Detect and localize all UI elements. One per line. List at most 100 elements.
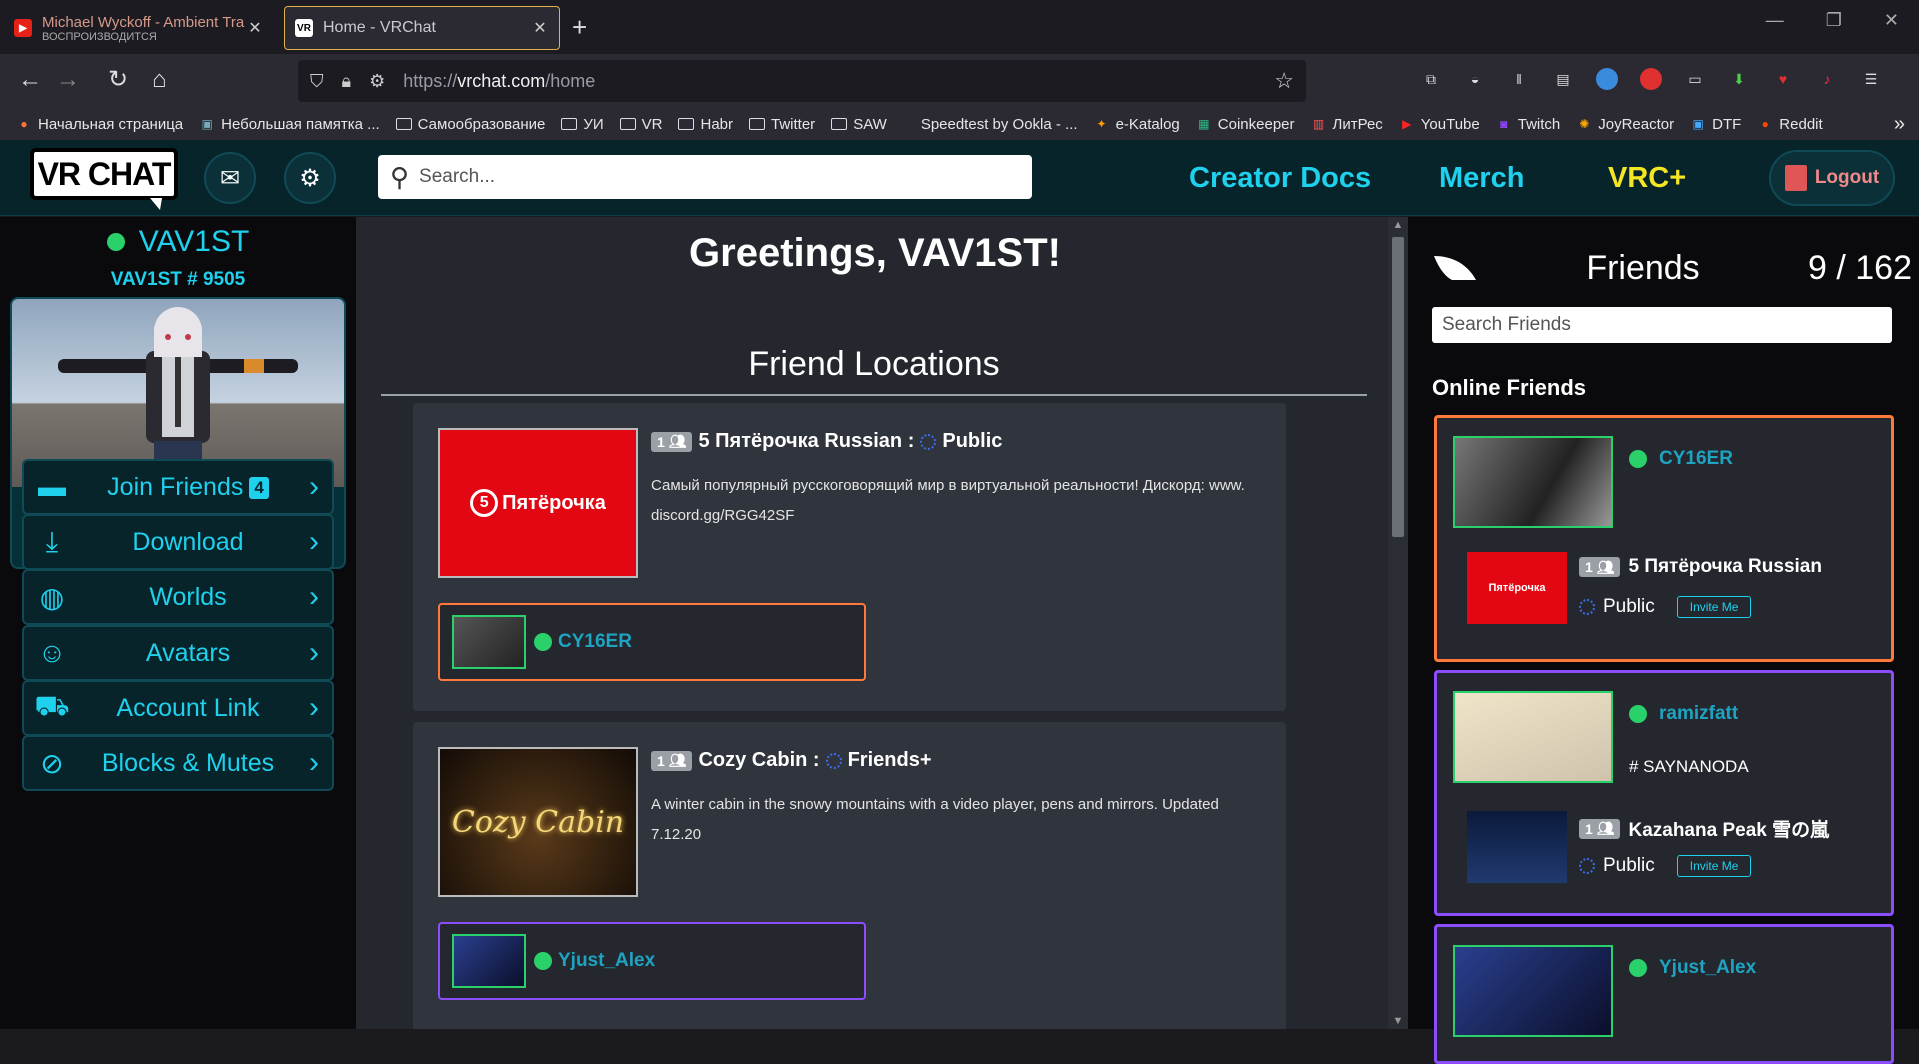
settings-gears-icon[interactable]: ⚙ [284,152,336,204]
bookmark-label: Twitch [1517,115,1561,133]
world-title[interactable]: 1 👥︎ Cozy Cabin : Friends+ [651,749,932,772]
friend-avatar[interactable] [1453,945,1613,1037]
minimize-icon[interactable]: — [1766,10,1784,31]
world-title[interactable]: 1 👥︎ 5 Пятёрочка Russian : Public [651,430,1002,453]
bookmark-item[interactable]: ▣ Небольшая памятка ... [199,116,379,133]
worlds-button[interactable]: ◍ Worlds › [22,569,334,625]
shield-icon[interactable]: ⛉ [310,71,324,92]
invite-me-button[interactable]: Invite Me [1676,855,1752,877]
reader-icon[interactable]: ▤ [1552,68,1574,90]
extension-blue-icon[interactable] [1596,68,1618,90]
friend-name[interactable]: Yjust_Alex [558,950,655,972]
folder-ext-icon[interactable]: ▭ [1684,68,1706,90]
friend-name[interactable]: Yjust_Alex [1659,957,1756,979]
avatars-button[interactable]: ☺ Avatars › [22,625,334,681]
bookmark-item[interactable]: VR [619,116,662,133]
world-image[interactable]: 5 Пятёрочка [438,428,638,578]
friend-name[interactable]: CY16ER [1659,448,1733,470]
user-count-badge: 1 👥︎ [1579,557,1621,577]
bookmark-label: ЛитРес [1332,115,1383,133]
reload-icon[interactable]: ↻ [108,66,128,94]
scroll-up-icon[interactable]: ▲ [1388,219,1408,231]
friend-avatar[interactable] [1453,436,1613,528]
home-icon[interactable]: ⌂ [152,66,167,94]
bookmark-item[interactable]: ▶ YouTube [1399,116,1480,133]
main-scrollbar[interactable]: ▲ ▼ [1388,217,1408,1029]
profile-name[interactable]: VAV1ST [0,225,356,259]
bookmark-item[interactable]: Speedtest by Ookla - ... [921,116,1078,133]
restore-icon[interactable]: ❐ [1826,10,1842,31]
bookmark-item[interactable]: ✺ JoyReactor [1576,116,1674,133]
url-bar[interactable]: ⛉ 🔒︎ ⚙ https://vrchat.com/home ☆ [298,60,1306,102]
friend-in-location[interactable]: Yjust_Alex [438,922,866,1000]
close-window-icon[interactable]: ✕ [1884,10,1899,31]
bookmark-item[interactable]: ● Начальная страница [16,116,183,133]
friend-card[interactable]: Yjust_Alex [1434,924,1894,1064]
friends-plus-globe-icon [825,752,842,769]
friend-in-location[interactable]: CY16ER [438,603,866,681]
adblock-icon[interactable] [1640,68,1662,90]
extension-red-icon[interactable]: ♥ [1772,68,1794,90]
profile-tag: VAV1ST # 9505 [110,269,246,290]
download-ext-icon[interactable]: ⬇ [1728,68,1750,90]
friend-name[interactable]: ramizfatt [1659,703,1738,725]
new-tab-button[interactable]: + [572,12,587,42]
bookmark-item[interactable]: Самообразование [395,116,545,133]
bookmark-item[interactable]: Twitter [749,116,815,133]
logout-button[interactable]: Logout [1769,150,1895,206]
more-bookmarks-icon[interactable]: » [1894,113,1905,136]
wing-icon[interactable] [1432,252,1478,284]
close-tab-icon[interactable]: ✕ [246,18,264,38]
join-friends-button[interactable]: ▬ Join Friends 4 › [22,459,334,515]
blocks-mutes-button[interactable]: ⊘ Blocks & Mutes › [22,735,334,791]
library-icon[interactable]: ‖ [1508,68,1530,90]
close-tab-icon[interactable]: ✕ [531,18,549,38]
extension-icon[interactable]: ⧉ [1420,68,1442,90]
merch-link[interactable]: Merch [1439,162,1524,195]
bookmark-item[interactable]: УИ [561,116,604,133]
bookmark-star-icon[interactable]: ☆ [1274,68,1294,94]
vrcplus-link[interactable]: VRC+ [1608,162,1686,195]
back-icon[interactable]: ← [18,66,42,94]
friend-world-thumbnail[interactable] [1467,811,1567,883]
tab-vrchat[interactable]: VR Home - VRChat ✕ [284,6,560,50]
blocks-mutes-label: Blocks & Mutes [101,748,275,777]
bookmark-item[interactable]: ▦ Coinkeeper [1196,116,1294,133]
url-text[interactable]: https://vrchat.com/home [403,71,1274,92]
forward-icon[interactable]: → [56,66,80,94]
bookmark-item[interactable]: ✦ e-Katalog [1094,116,1180,133]
friend-name[interactable]: CY16ER [558,631,632,653]
bookmark-item[interactable]: SAW [831,116,887,133]
friend-world-title: 1 👥︎ 5 Пятёрочка Russian [1579,556,1822,578]
creator-docs-link[interactable]: Creator Docs [1189,162,1371,195]
online-status-dot [1629,450,1647,468]
bookmark-item[interactable]: ◙ Twitch [1496,115,1561,133]
scrollbar-thumb[interactable] [1392,237,1404,537]
permissions-icon[interactable]: ⚙ [369,71,385,92]
tab-youtube[interactable]: ▶ Michael Wyckoff - Ambient Tra ВОСПРОИЗ… [4,6,274,50]
friends-search-input[interactable] [1442,314,1892,336]
world-image[interactable]: Cozy Cabin [438,747,638,897]
lock-icon[interactable]: 🔒︎ [342,71,352,92]
vrchat-logo[interactable]: VR CHAT [30,148,178,210]
join-count-badge: 4 [249,476,269,499]
download-button[interactable]: ⤓ Download › [22,514,334,570]
friend-world-thumbnail[interactable]: Пятёрочка [1467,552,1567,624]
menu-icon[interactable]: ☰ [1860,68,1882,90]
ticket-icon: ▬ [38,471,66,502]
search-input[interactable] [419,166,1032,188]
friend-avatar[interactable] [1453,691,1613,783]
pocket-icon[interactable]: ◒ [1464,68,1486,90]
bookmark-item[interactable]: ● Reddit [1757,116,1823,133]
scroll-down-icon[interactable]: ▼ [1388,1015,1408,1027]
bookmark-item[interactable]: ▥ ЛитРес [1311,116,1383,133]
friend-card[interactable]: ramizfatt # SAYNANODA 1 👥︎ Kazahana Peak… [1434,670,1894,916]
messages-icon[interactable]: ✉ [204,152,256,204]
browser-navbar: ← → ↻ ⌂ ⛉ 🔒︎ ⚙ https://vrchat.com/home ☆… [0,54,1919,108]
bookmark-item[interactable]: ▣ DTF [1690,116,1741,133]
bookmark-item[interactable]: Habr [678,116,733,133]
account-link-button[interactable]: ⛟ Account Link › [22,680,334,736]
invite-me-button[interactable]: Invite Me [1676,596,1752,618]
music-icon[interactable]: ♪ [1816,68,1838,90]
friend-card[interactable]: CY16ER Пятёрочка 1 👥︎ 5 Пятёрочка Russia… [1434,415,1894,662]
